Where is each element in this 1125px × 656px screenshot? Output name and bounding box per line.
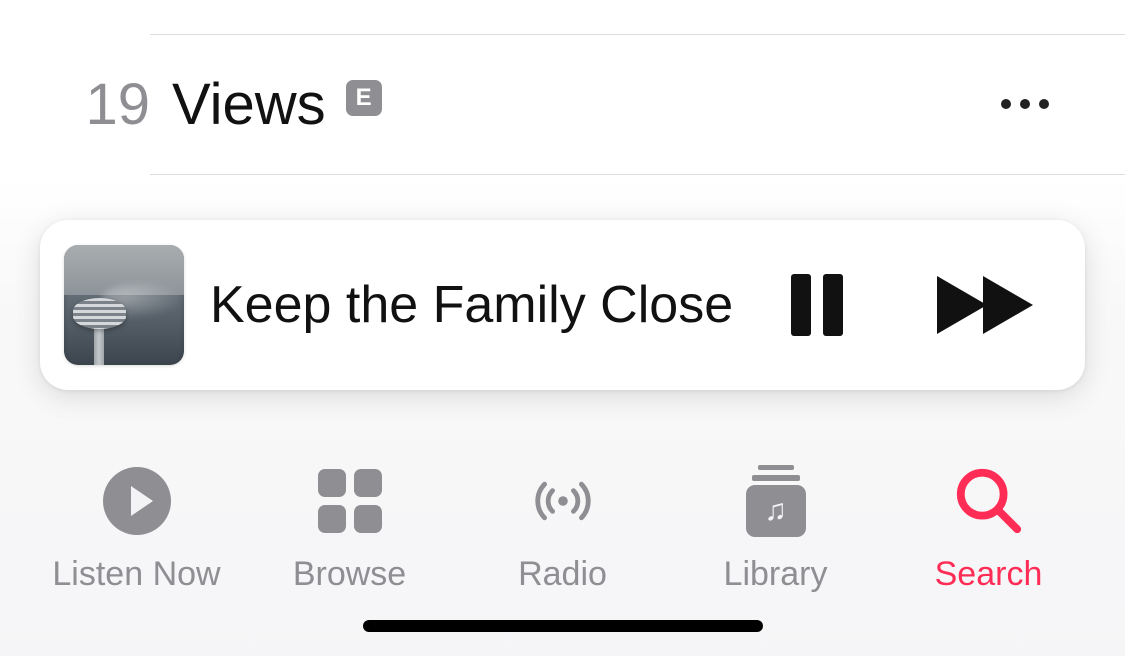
ellipsis-icon — [1001, 99, 1011, 109]
tab-label: Search — [935, 555, 1043, 594]
track-title: Views — [172, 71, 326, 138]
now-playing-title: Keep the Family Close — [210, 275, 791, 335]
now-playing-bar[interactable]: Keep the Family Close — [40, 220, 1085, 390]
tab-label: Radio — [518, 555, 607, 594]
pause-button[interactable] — [791, 274, 847, 336]
tab-bar: Listen Now Browse Radio — [0, 434, 1125, 594]
tab-label: Listen Now — [52, 555, 220, 594]
home-indicator[interactable] — [363, 620, 763, 632]
forward-button[interactable] — [937, 276, 1035, 334]
pause-icon — [791, 274, 811, 336]
track-row[interactable]: 19 Views E — [0, 34, 1125, 174]
search-icon — [953, 465, 1025, 537]
album-art — [64, 245, 184, 365]
playback-controls — [791, 274, 1035, 336]
more-options-button[interactable] — [995, 74, 1055, 134]
radio-icon — [527, 465, 599, 537]
tab-search[interactable]: Search — [889, 465, 1089, 594]
track-number: 19 — [70, 71, 150, 138]
tab-label: Browse — [293, 555, 406, 594]
forward-icon — [937, 276, 987, 334]
tab-library[interactable]: ♫ Library — [676, 465, 876, 594]
tab-browse[interactable]: Browse — [250, 465, 450, 594]
divider — [150, 174, 1125, 175]
tab-radio[interactable]: Radio — [463, 465, 663, 594]
tab-label: Library — [724, 555, 828, 594]
explicit-badge: E — [346, 80, 382, 116]
library-icon: ♫ — [740, 465, 812, 537]
grid-icon — [314, 465, 386, 537]
tab-listen-now[interactable]: Listen Now — [37, 465, 237, 594]
play-circle-icon — [101, 465, 173, 537]
